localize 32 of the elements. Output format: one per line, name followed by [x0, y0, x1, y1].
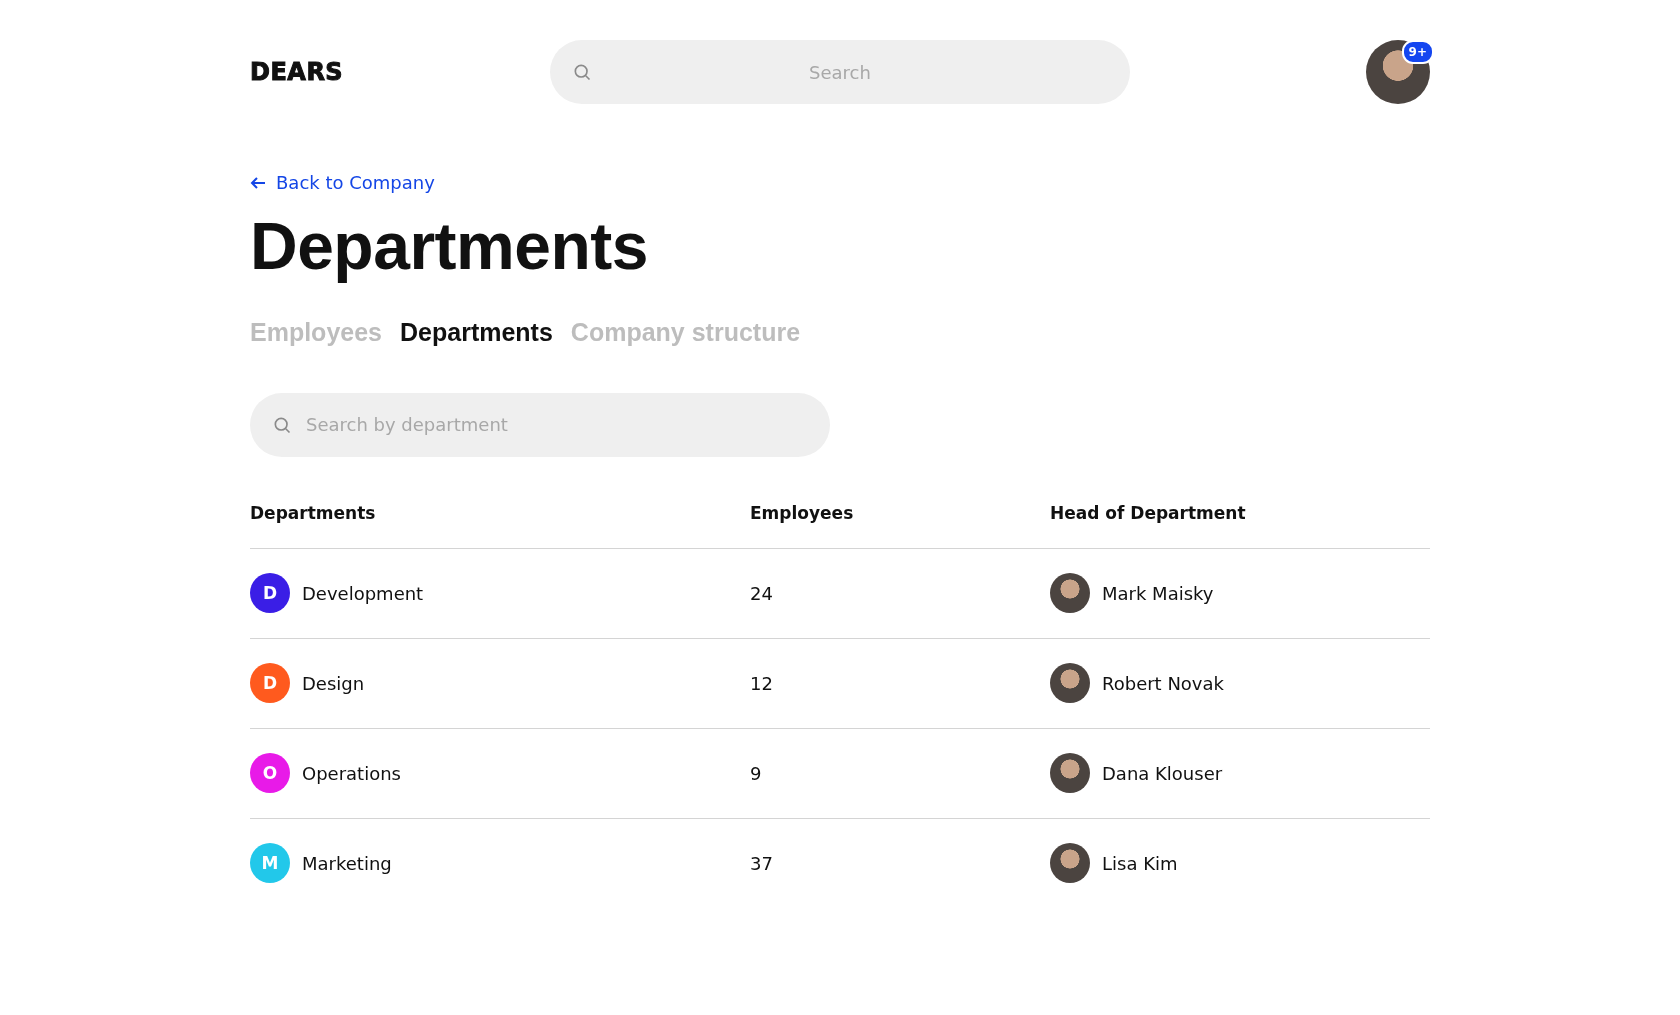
search-icon [572, 62, 592, 82]
employee-count: 37 [750, 852, 773, 874]
department-name: Development [302, 582, 424, 604]
department-initial: D [250, 573, 290, 613]
avatar [1050, 573, 1090, 613]
avatar [1050, 663, 1090, 703]
department-name: Marketing [302, 852, 392, 874]
tab[interactable]: Departments [400, 317, 553, 347]
back-link[interactable]: Back to Company [250, 172, 435, 193]
search-field[interactable]: Search [550, 40, 1130, 104]
department-initial: D [250, 663, 290, 703]
page-title: Departments [250, 207, 649, 284]
employee-count: 12 [750, 672, 773, 694]
department-search-field[interactable]: Search by department [250, 392, 830, 457]
arrow-left-icon [250, 175, 266, 190]
department-name: Operations [302, 762, 401, 784]
column-header: Employees [750, 503, 854, 523]
head-name: Dana Klouser [1102, 762, 1223, 784]
department-name: Design [302, 672, 365, 694]
logo[interactable]: DEARS [250, 58, 550, 86]
column-header: Departments [250, 503, 376, 523]
employee-count: 9 [750, 762, 762, 784]
employee-count: 24 [750, 582, 773, 604]
department-initial: O [250, 753, 290, 793]
avatar [1050, 843, 1090, 883]
head-name: Robert Novak [1102, 672, 1224, 694]
column-header: Head of Department [1050, 503, 1246, 523]
department-initial: M [250, 843, 290, 883]
avatar [1050, 753, 1090, 793]
head-name: Lisa Kim [1102, 852, 1178, 874]
notification-badge: 9+ [1401, 40, 1434, 64]
head-name: Mark Maisky [1102, 582, 1214, 604]
